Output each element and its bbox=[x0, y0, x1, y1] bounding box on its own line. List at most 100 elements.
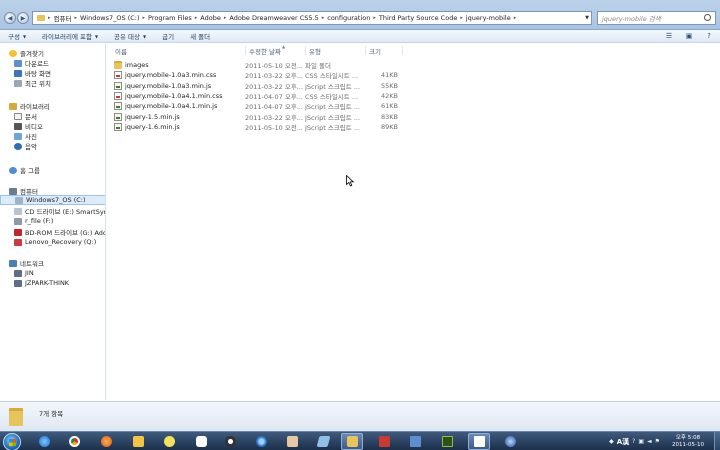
help-icon[interactable]: ? bbox=[632, 438, 635, 445]
app2-taskbar-button[interactable] bbox=[312, 433, 334, 450]
breadcrumb-item[interactable]: 컴퓨터 ▸ bbox=[54, 13, 77, 23]
computer-icon bbox=[14, 269, 22, 277]
column-size[interactable]: 크기 bbox=[366, 46, 403, 56]
chevron-right-icon: ▸ bbox=[48, 15, 51, 21]
folder-icon bbox=[114, 61, 122, 69]
view-options-icon[interactable]: ☰ bbox=[662, 31, 676, 41]
chevron-down-icon[interactable]: ▼ bbox=[585, 15, 589, 21]
nav-drive-e[interactable]: CD 드라이브 (E:) SmartSync I bbox=[0, 206, 105, 216]
recent-places-icon bbox=[14, 79, 22, 87]
nav-drive-g[interactable]: BD-ROM 드라이브 (G:) Adobe bbox=[0, 227, 105, 237]
drive-icon bbox=[15, 196, 23, 204]
clock[interactable]: 오후 5:08 2011-05-10 bbox=[666, 435, 710, 449]
breadcrumb-item[interactable]: Program Files ▸ bbox=[148, 14, 197, 22]
chat-taskbar-button[interactable] bbox=[158, 433, 180, 450]
file-row[interactable]: jquery-1.5.min.js 2011-03-22 오후... JScri… bbox=[112, 112, 412, 122]
ime-indicator[interactable]: A漢 bbox=[617, 437, 629, 447]
chrome-taskbar-button[interactable] bbox=[63, 433, 85, 450]
nav-favorites[interactable]: 즐겨찾기 bbox=[0, 48, 105, 58]
navigation-pane: 즐겨찾기 다운로드 바탕 화면 최근 위치 라이브러리 문서 비디오 사진 음악… bbox=[0, 44, 106, 400]
nav-network[interactable]: 네트워크 bbox=[0, 258, 105, 268]
nav-homegroup[interactable]: 홈 그룹 bbox=[0, 165, 105, 175]
breadcrumb-item[interactable]: Adobe ▸ bbox=[200, 14, 226, 22]
show-desktop-button[interactable] bbox=[714, 432, 720, 450]
app5-taskbar-button[interactable] bbox=[499, 433, 521, 450]
file-row[interactable]: jquery.mobile-1.0a4.1.min.css 2011-04-07… bbox=[112, 91, 412, 101]
forward-button[interactable]: ▶ bbox=[17, 12, 29, 24]
contact-icon bbox=[286, 436, 298, 447]
nav-libraries[interactable]: 라이브러리 bbox=[0, 101, 105, 111]
music-icon bbox=[14, 142, 22, 150]
explorer-taskbar-button[interactable] bbox=[341, 433, 363, 450]
breadcrumb-item[interactable]: Adobe Dreamweaver CS5.5 ▸ bbox=[229, 14, 324, 22]
nav-recent[interactable]: 최근 위치 bbox=[0, 78, 105, 88]
nav-drive-q[interactable]: Lenovo_Recovery (Q:) bbox=[0, 237, 105, 247]
start-button[interactable] bbox=[3, 433, 21, 450]
app-icon bbox=[255, 436, 267, 447]
breadcrumb-item[interactable]: configuration ▸ bbox=[327, 14, 376, 22]
organize-button[interactable]: 구성 ▼ bbox=[0, 30, 34, 43]
flag-icon[interactable]: ⚑ bbox=[655, 438, 660, 445]
file-row[interactable]: jquery-1.6.min.js 2011-05-10 오전... JScri… bbox=[112, 122, 412, 132]
column-name[interactable]: 이름 bbox=[112, 46, 246, 56]
file-row[interactable]: jquery.mobile-1.0a3.min.js 2011-03-22 오후… bbox=[112, 81, 412, 91]
add-to-library-button[interactable]: 라이브러리에 포함 ▼ bbox=[34, 30, 106, 43]
file-row[interactable]: jquery.mobile-1.0a4.1.min.js 2011-04-07 … bbox=[112, 101, 412, 111]
explorer-icon bbox=[346, 436, 358, 447]
tray-icon[interactable]: ◆ bbox=[609, 438, 614, 445]
media-taskbar-button[interactable] bbox=[219, 433, 241, 450]
breadcrumb-item[interactable]: jquery-mobile ▸ bbox=[466, 14, 516, 22]
firefox-taskbar-button[interactable] bbox=[95, 433, 117, 450]
chrome-icon bbox=[68, 436, 80, 447]
network-icon[interactable]: ▣ bbox=[638, 438, 644, 445]
breadcrumb-item[interactable]: Windows7_OS (C:) ▸ bbox=[80, 14, 145, 22]
network-icon bbox=[9, 259, 17, 267]
details-pane: 7개 항목 bbox=[0, 401, 720, 431]
new-folder-button[interactable]: 새 폴더 bbox=[182, 30, 218, 43]
file-row[interactable]: images 2011-05-10 오전... 파일 폴더 bbox=[112, 60, 412, 70]
clock-date: 2011-05-10 bbox=[672, 441, 704, 448]
file-row[interactable]: jquery.mobile-1.0a3.min.css 2011-03-22 오… bbox=[112, 70, 412, 80]
back-arrow-icon: ◀ bbox=[7, 14, 13, 22]
burn-button[interactable]: 굽기 bbox=[154, 30, 182, 43]
breadcrumb-item[interactable]: Third Party Source Code ▸ bbox=[379, 14, 463, 22]
app4-taskbar-button[interactable] bbox=[404, 433, 426, 450]
nav-downloads[interactable]: 다운로드 bbox=[0, 58, 105, 68]
title-bar: ◀ ▶ ▸ 컴퓨터 ▸ Windows7_OS (C:) ▸ Program Fil… bbox=[0, 0, 720, 30]
volume-icon[interactable]: ◄ bbox=[647, 438, 652, 445]
nav-network-jin[interactable]: JIN bbox=[0, 268, 105, 278]
nav-music[interactable]: 음악 bbox=[0, 141, 105, 151]
download-taskbar-button[interactable] bbox=[468, 433, 490, 450]
computer-icon bbox=[9, 187, 17, 195]
js-file-icon bbox=[114, 113, 122, 121]
homegroup-icon bbox=[9, 166, 17, 174]
column-type[interactable]: 유형 bbox=[306, 46, 366, 56]
back-button[interactable]: ◀ bbox=[4, 12, 16, 24]
system-tray: ◆ A漢 ? ▣ ◄ ⚑ 오후 5:08 2011-05-10 bbox=[609, 432, 720, 450]
nav-videos[interactable]: 비디오 bbox=[0, 121, 105, 131]
js-file-icon bbox=[114, 102, 122, 110]
dreamweaver-taskbar-button[interactable] bbox=[436, 433, 458, 450]
preview-pane-icon[interactable]: ▣ bbox=[682, 31, 696, 41]
app3-taskbar-button[interactable] bbox=[373, 433, 395, 450]
talk-taskbar-button[interactable] bbox=[190, 433, 212, 450]
nav-pictures[interactable]: 사진 bbox=[0, 131, 105, 141]
ie-taskbar-button[interactable] bbox=[33, 433, 55, 450]
internet-explorer-icon bbox=[38, 436, 50, 447]
column-headers: ▲ 이름 수정한 날짜 유형 크기 bbox=[107, 44, 720, 56]
nav-documents[interactable]: 문서 bbox=[0, 111, 105, 121]
share-with-button[interactable]: 공유 대상 ▼ bbox=[106, 30, 154, 43]
nav-desktop[interactable]: 바탕 화면 bbox=[0, 68, 105, 78]
css-file-icon bbox=[114, 71, 122, 79]
js-file-icon bbox=[114, 123, 122, 131]
nav-drive-f[interactable]: r_file (F:) bbox=[0, 216, 105, 226]
nav-network-jzpark[interactable]: JZPARK-THINK bbox=[0, 278, 105, 288]
contacts-taskbar-button[interactable] bbox=[281, 433, 303, 450]
search-input[interactable]: jquery-mobile 검색 bbox=[597, 11, 716, 25]
address-bar[interactable]: ▸ 컴퓨터 ▸ Windows7_OS (C:) ▸ Program Files ▸ … bbox=[32, 11, 592, 25]
messenger-taskbar-button[interactable] bbox=[127, 433, 149, 450]
help-icon[interactable]: ? bbox=[702, 31, 716, 41]
nav-drive-c[interactable]: Windows7_OS (C:) bbox=[0, 195, 105, 205]
app-taskbar-button[interactable] bbox=[250, 433, 272, 450]
column-date[interactable]: 수정한 날짜 bbox=[246, 46, 306, 56]
